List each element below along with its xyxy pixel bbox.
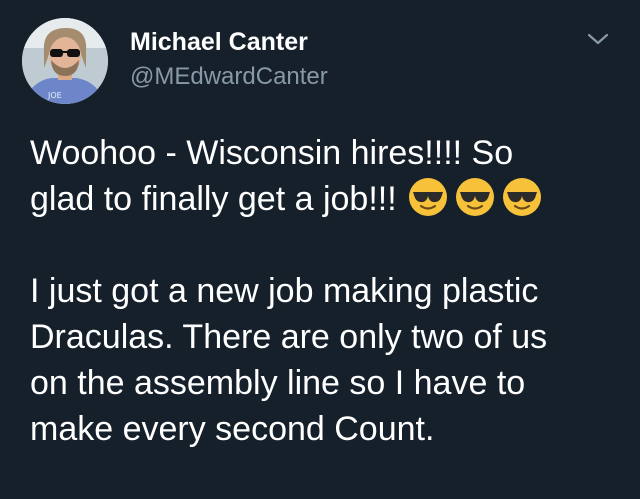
- avatar-photo: JOE: [22, 18, 108, 104]
- tweet-paragraph-2: I just got a new job making plastic Drac…: [30, 268, 620, 452]
- sunglasses-emoji-icon: [502, 178, 541, 216]
- tweet-line: I just got a new job making plastic: [30, 272, 539, 310]
- sunglasses-emoji-icon: [408, 178, 447, 216]
- avatar-shirt-text: JOE: [47, 91, 62, 100]
- sunglasses-emoji-icon: [455, 178, 494, 216]
- chevron-down-icon[interactable]: [586, 30, 610, 48]
- tweet-line: make every second Count.: [30, 410, 435, 448]
- tweet-paragraph-1: Woohoo - Wisconsin hires!!!! So glad to …: [30, 130, 620, 222]
- tweet-line: Draculas. There are only two of us: [30, 318, 548, 356]
- tweet-line-text: glad to finally get a job!!!: [30, 180, 397, 218]
- author-name[interactable]: Michael Canter: [130, 28, 308, 57]
- tweet-line-with-emojis: glad to finally get a job!!!: [30, 176, 620, 222]
- author-handle[interactable]: @MEdwardCanter: [130, 63, 328, 91]
- avatar[interactable]: JOE: [22, 18, 108, 104]
- tweet-card: JOE Michael Canter @MEdwardCanter Woohoo…: [0, 0, 640, 499]
- tweet-line: on the assembly line so I have to: [30, 364, 526, 402]
- tweet-line: Woohoo - Wisconsin hires!!!! So: [30, 134, 514, 172]
- tweet-text: Woohoo - Wisconsin hires!!!! So glad to …: [30, 130, 620, 452]
